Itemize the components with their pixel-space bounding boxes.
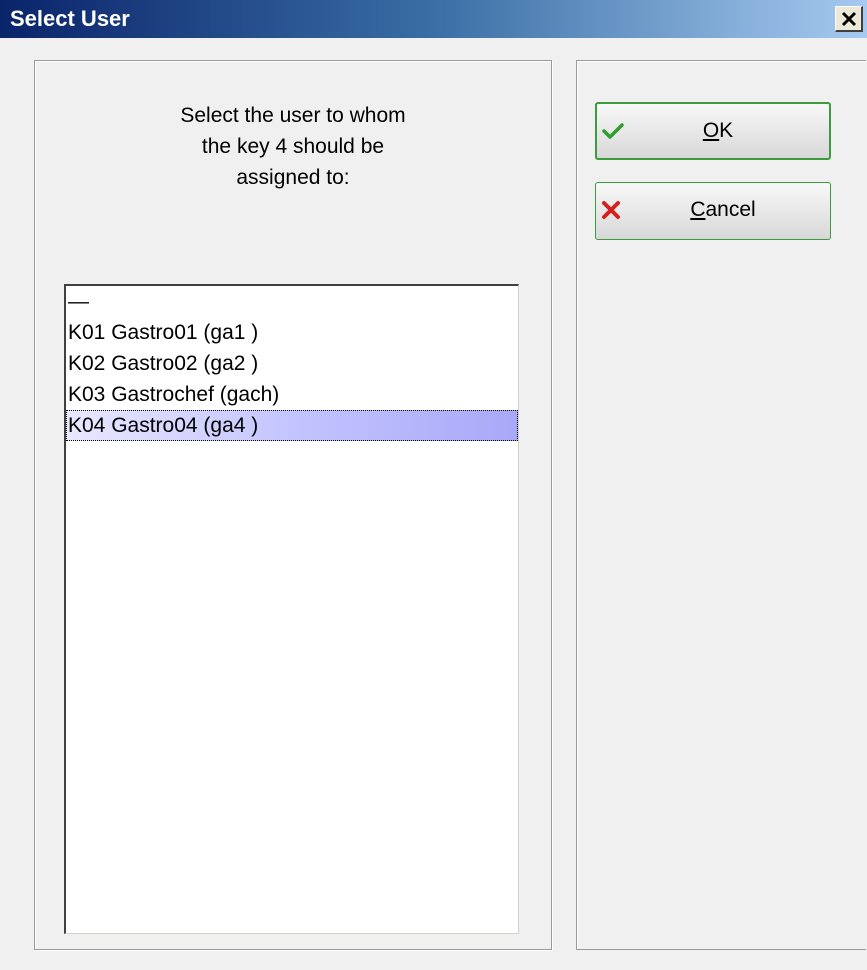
- instruction-text: Select the user to whom the key 4 should…: [34, 100, 552, 193]
- user-listbox[interactable]: — K01 Gastro01 (ga1 ) K02 Gastro02 (ga2 …: [64, 284, 519, 934]
- list-item-k01[interactable]: K01 Gastro01 (ga1 ): [66, 317, 518, 348]
- title-bar: Select User: [0, 0, 867, 38]
- ok-button-label: OK: [702, 119, 734, 142]
- instruction-line-2: the key 4 should be: [201, 135, 385, 158]
- window-title: Select User: [10, 6, 130, 31]
- cancel-button-label: Cancel: [690, 198, 756, 221]
- list-item-k03[interactable]: K03 Gastrochef (gach): [66, 379, 518, 410]
- select-user-dialog: Select User Select the user to whom the …: [0, 0, 867, 970]
- cancel-button[interactable]: Cancel: [595, 182, 831, 240]
- list-item-k02[interactable]: K02 Gastro02 (ga2 ): [66, 348, 518, 379]
- list-item-k04-selected[interactable]: K04 Gastro04 (ga4 ): [66, 410, 518, 441]
- list-item-none[interactable]: —: [66, 286, 518, 317]
- close-button[interactable]: [835, 6, 863, 32]
- ok-button[interactable]: OK: [595, 102, 831, 160]
- instruction-line-3: assigned to:: [236, 166, 350, 189]
- instruction-line-1: Select the user to whom: [180, 104, 406, 127]
- close-icon: [841, 11, 857, 27]
